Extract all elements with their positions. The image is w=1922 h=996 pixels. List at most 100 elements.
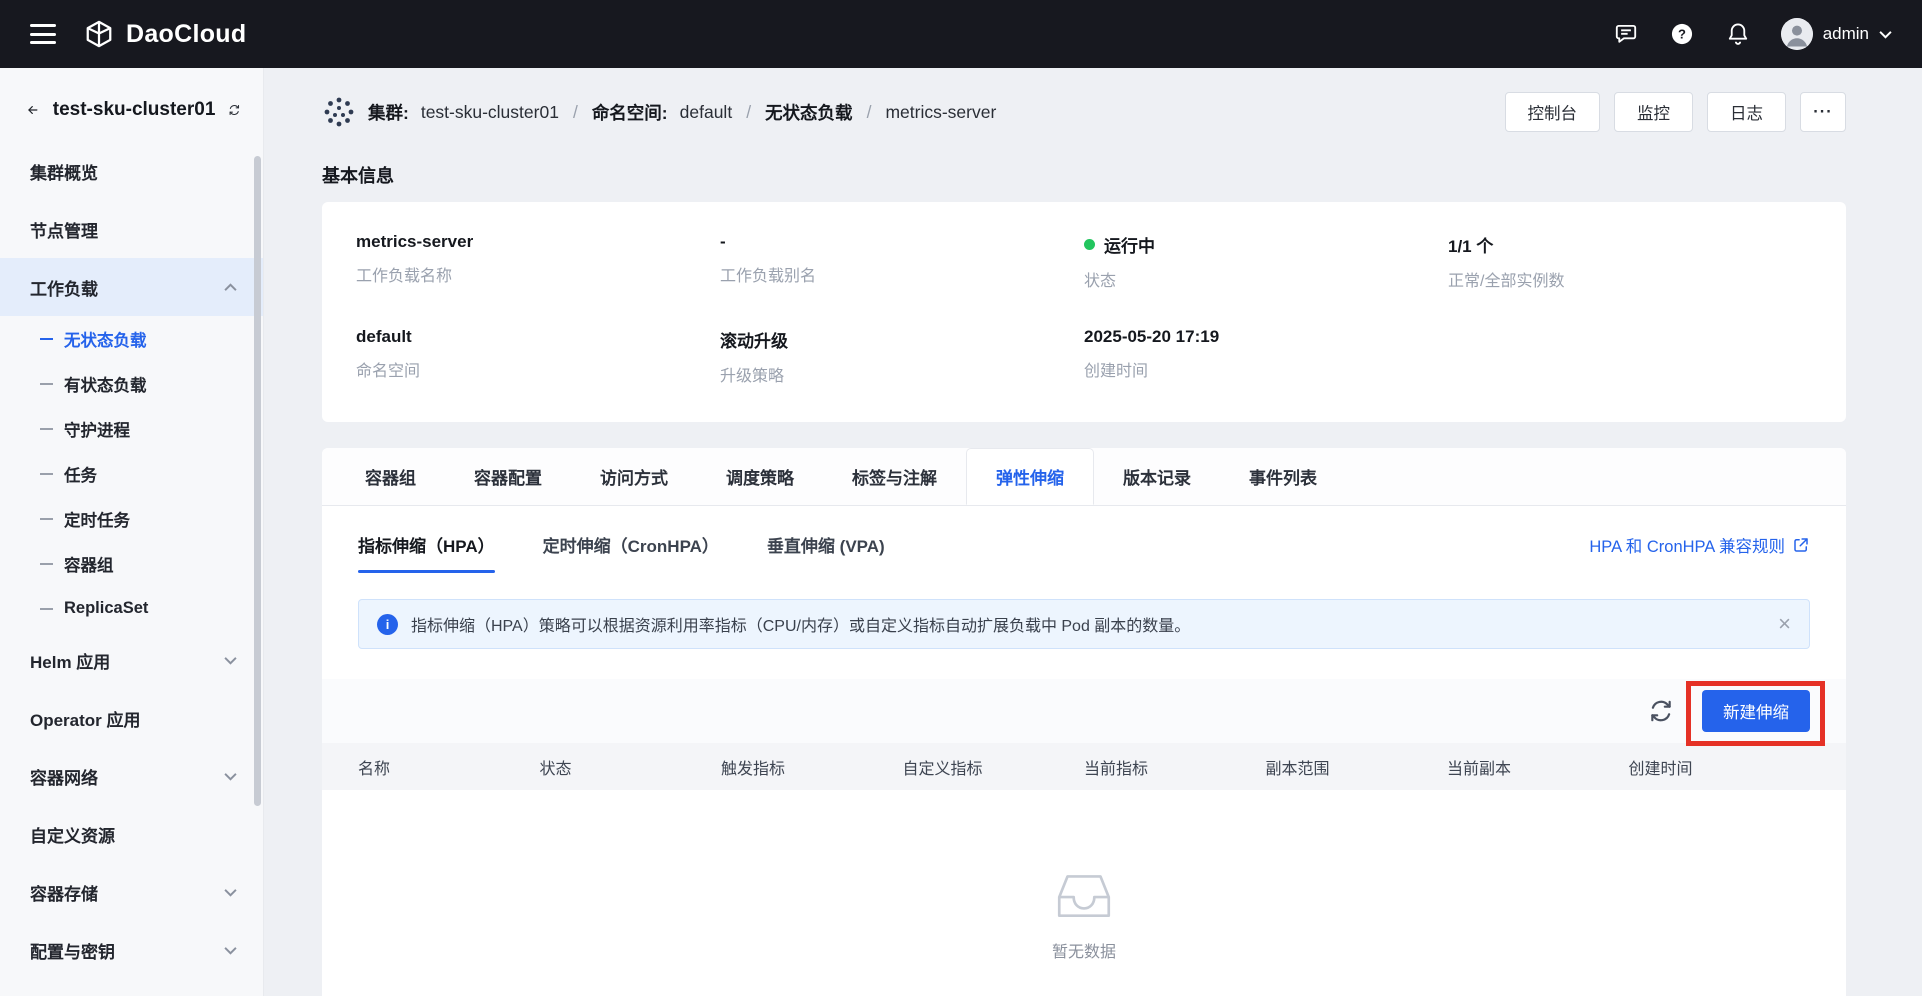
monitor-button[interactable]: 监控 [1614,92,1693,132]
detail-card: 容器组 容器配置 访问方式 调度策略 标签与注解 弹性伸缩 版本记录 事件列表 … [322,448,1846,996]
sidebar-item-jobs[interactable]: 任务 [0,451,263,496]
message-icon[interactable] [1613,21,1639,47]
tab-pods[interactable]: 容器组 [336,448,445,505]
sidebar-item-container-storage[interactable]: 容器存储 [0,863,263,921]
sidebar-item-label: 集群概览 [30,159,98,184]
subtab-cronhpa[interactable]: 定时伸缩（CronHPA） [543,532,719,573]
info-field-workload-name: metrics-server 工作负载名称 [356,232,720,291]
sidebar-item-label: 容器组 [64,552,114,576]
table-header: 名称 状态 触发指标 自定义指标 当前指标 副本范围 当前副本 创建时间 [322,743,1846,790]
info-label: 创建时间 [1084,357,1448,381]
info-field-status: 运行中 状态 [1084,232,1448,291]
info-value: - [720,232,1084,252]
sidebar-item-label: 容器存储 [30,880,98,905]
alert-text: 指标伸缩（HPA）策略可以根据资源利用率指标（CPU/内存）或自定义指标自动扩展… [411,612,1190,636]
column-header-current-metric: 当前指标 [1084,755,1266,779]
sidebar: test-sku-cluster01 集群概览 节点管理 工作负载 无状态负载 … [0,68,264,996]
sidebar-item-label: 工作负载 [30,275,98,300]
sidebar-item-stateless-workloads[interactable]: 无状态负载 [0,316,263,361]
user-menu[interactable]: admin [1781,18,1892,50]
breadcrumb-namespace-value[interactable]: default [680,102,733,123]
breadcrumb-separator: / [571,102,580,123]
sidebar-item-label: 守护进程 [64,417,130,441]
column-header-replica-range: 副本范围 [1266,755,1448,779]
chevron-down-icon [224,888,237,897]
help-icon[interactable]: ? [1669,21,1695,47]
column-header-status: 状态 [540,755,722,779]
status-text: 运行中 [1104,232,1155,257]
hamburger-menu-icon[interactable] [30,24,56,44]
info-field-namespace: default 命名空间 [356,327,720,386]
bell-icon[interactable] [1725,21,1751,47]
sidebar-item-helm-apps[interactable]: Helm 应用 [0,631,263,689]
console-button[interactable]: 控制台 [1505,92,1601,132]
refresh-icon[interactable] [1648,698,1674,724]
tab-version-history[interactable]: 版本记录 [1094,448,1220,505]
sidebar-item-pods[interactable]: 容器组 [0,541,263,586]
info-value: default [356,327,720,347]
breadcrumb-workload-name: metrics-server [885,102,996,123]
dash-icon [40,383,53,385]
sidebar-item-config-secrets[interactable]: 配置与密钥 [0,921,263,979]
sidebar-item-label: 自定义资源 [30,822,115,847]
sidebar-item-cronjobs[interactable]: 定时任务 [0,496,263,541]
basic-info-title: 基本信息 [322,162,1846,188]
sidebar-item-label: 定时任务 [64,507,130,531]
sidebar-item-cluster-overview[interactable]: 集群概览 [0,142,263,200]
column-header-current-replicas: 当前副本 [1447,755,1629,779]
tab-container-config[interactable]: 容器配置 [445,448,571,505]
info-label: 状态 [1084,267,1448,291]
sidebar-item-stateful-workloads[interactable]: 有状态负载 [0,361,263,406]
back-arrow-icon[interactable] [26,98,40,122]
more-actions-button[interactable]: ··· [1800,92,1846,132]
dash-icon [40,473,53,475]
sidebar-item-node-management[interactable]: 节点管理 [0,200,263,258]
sidebar-item-workloads[interactable]: 工作负载 [0,258,263,316]
info-field-instances: 1/1 个 正常/全部实例数 [1448,232,1812,291]
tab-labels-annotations[interactable]: 标签与注解 [823,448,966,505]
breadcrumb-cluster-value[interactable]: test-sku-cluster01 [421,102,559,123]
empty-inbox-icon [1051,864,1117,924]
info-field-workload-alias: - 工作负载别名 [720,232,1084,291]
topbar: DaoCloud ? admin [0,0,1922,68]
daocloud-logo-icon [84,19,114,49]
empty-state: 暂无数据 [322,790,1846,996]
avatar[interactable] [1781,18,1813,50]
cluster-switch-icon[interactable] [228,99,241,121]
dash-icon [40,563,53,565]
close-icon[interactable]: × [1778,613,1791,635]
breadcrumb-workload-type[interactable]: 无状态负载 [765,100,853,125]
sidebar-item-custom-resources[interactable]: 自定义资源 [0,805,263,863]
tab-autoscaling[interactable]: 弹性伸缩 [966,448,1094,505]
info-label: 升级策略 [720,362,1084,386]
header-actions: 控制台 监控 日志 ··· [1505,92,1847,132]
breadcrumb-separator: / [744,102,753,123]
sidebar-item-replicasets[interactable]: ReplicaSet [0,586,263,631]
subtab-vpa[interactable]: 垂直伸缩 (VPA) [767,532,885,573]
cluster-icon [322,95,356,129]
dash-icon [40,608,53,610]
create-hpa-button[interactable]: 新建伸缩 [1702,690,1810,732]
workload-tabs: 容器组 容器配置 访问方式 调度策略 标签与注解 弹性伸缩 版本记录 事件列表 [322,448,1846,506]
sidebar-item-operator-apps[interactable]: Operator 应用 [0,689,263,747]
hpa-compat-rules-link[interactable]: HPA 和 CronHPA 兼容规则 [1589,533,1810,573]
info-field-created-time: 2025-05-20 17:19 创建时间 [1084,327,1448,386]
tab-scheduling-policy[interactable]: 调度策略 [697,448,823,505]
info-icon: i [377,614,398,635]
autoscaling-subtabs-row: 指标伸缩（HPA） 定时伸缩（CronHPA） 垂直伸缩 (VPA) HPA 和… [322,506,1846,573]
tab-event-list[interactable]: 事件列表 [1220,448,1346,505]
logs-button[interactable]: 日志 [1707,92,1786,132]
subtab-hpa[interactable]: 指标伸缩（HPA） [358,532,495,573]
info-field-upgrade-strategy: 滚动升级 升级策略 [720,327,1084,386]
tab-access-method[interactable]: 访问方式 [571,448,697,505]
sidebar-item-label: 节点管理 [30,217,98,242]
sidebar-scrollbar[interactable] [254,156,261,806]
sidebar-item-daemonsets[interactable]: 守护进程 [0,406,263,451]
info-value: 1/1 个 [1448,232,1812,257]
sidebar-item-container-network[interactable]: 容器网络 [0,747,263,805]
dash-icon [40,338,53,340]
breadcrumb: 集群: test-sku-cluster01 / 命名空间: default /… [322,95,996,129]
brand-name: DaoCloud [126,20,246,49]
sidebar-item-label: Operator 应用 [30,706,141,731]
sidebar-item-label: 配置与密钥 [30,938,115,963]
